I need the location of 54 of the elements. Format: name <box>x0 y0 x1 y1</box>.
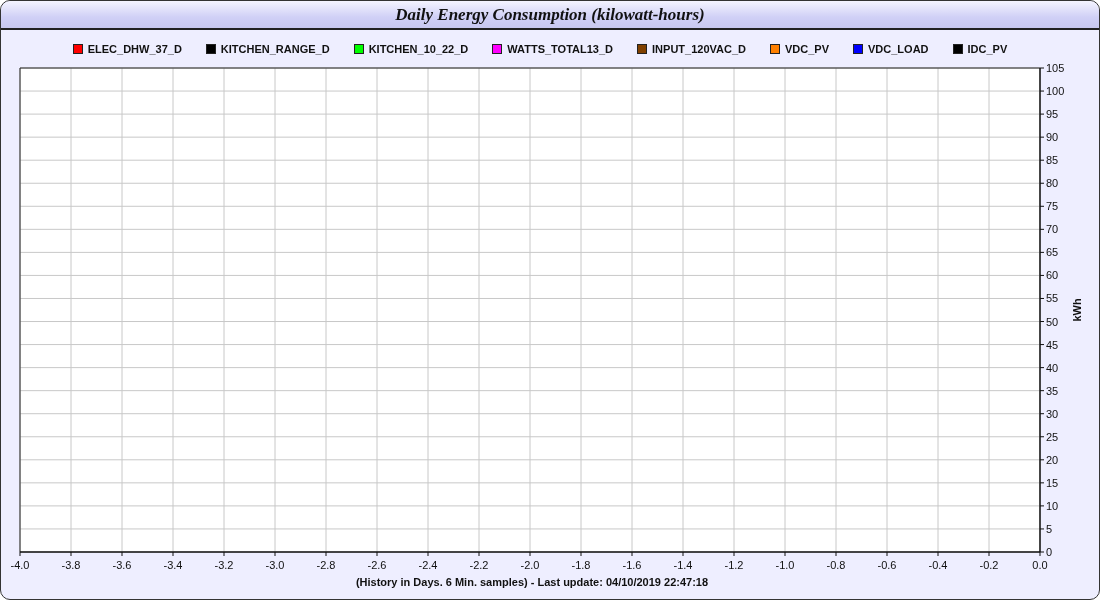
axis-tick-label: 105 <box>1046 62 1065 74</box>
axis-tick-label: -3.6 <box>112 559 132 571</box>
axis-tick-label: 5 <box>1046 522 1053 535</box>
axis-tick-label: -1.2 <box>724 559 744 571</box>
axis-tick-label: 100 <box>1046 85 1065 98</box>
legend-label: IDC_PV <box>967 43 1008 55</box>
legend-label: WATTS_TOTAL13_D <box>507 43 614 55</box>
axis-tick-label: 35 <box>1046 384 1059 397</box>
x-axis-label: (History in Days. 6 Min. samples) - Last update: 04/10/2019 22:47:18 <box>355 576 709 588</box>
axis-tick-label: -1.8 <box>571 559 591 571</box>
axis-tick-label: 85 <box>1046 154 1059 167</box>
axis-tick-label: 25 <box>1046 430 1059 443</box>
axis-tick-label: -2.2 <box>469 559 489 571</box>
axis-tick-label: 95 <box>1046 108 1059 121</box>
legend-label: VDC_LOAD <box>868 43 929 55</box>
axis-tick-label: 70 <box>1046 223 1059 236</box>
legend-label: INPUT_120VAC_D <box>652 43 746 55</box>
axis-tick-label: 65 <box>1046 246 1059 259</box>
axis-tick-label: -3.0 <box>265 559 285 571</box>
axis-tick-label: -0.6 <box>877 559 897 571</box>
axis-tick-label: 15 <box>1046 476 1059 489</box>
y-axis-label: kWh <box>1071 298 1083 322</box>
legend-label: ELEC_DHW_37_D <box>87 43 182 55</box>
legend-label: KITCHEN_RANGE_D <box>220 43 330 55</box>
axis-tick-label: 20 <box>1046 453 1059 466</box>
axis-tick-label: 75 <box>1046 200 1059 213</box>
axis-tick-label: -2.0 <box>520 559 540 571</box>
axis-tick-label: 40 <box>1046 361 1059 374</box>
axis-tick-label: 10 <box>1046 499 1059 512</box>
axis-tick-label: -0.2 <box>979 559 999 571</box>
axis-tick-label: -2.6 <box>367 559 387 571</box>
axis-tick-label: -3.8 <box>61 559 81 571</box>
axis-tick-label: 30 <box>1046 407 1059 420</box>
axis-tick-label: -1.6 <box>622 559 642 571</box>
legend-label: KITCHEN_10_22_D <box>368 43 469 55</box>
axis-tick-label: 80 <box>1046 177 1059 190</box>
legend-label: VDC_PV <box>785 43 830 55</box>
axis-tick-label: -1.0 <box>775 559 795 571</box>
axis-tick-label: 0.0 <box>1032 559 1048 571</box>
axis-tick-label: 50 <box>1046 315 1059 328</box>
axis-tick-label: -1.4 <box>673 559 693 571</box>
axis-tick-label: 0 <box>1046 546 1053 558</box>
axis-tick-label: 90 <box>1046 131 1059 144</box>
axis-tick-label: -2.4 <box>418 559 438 571</box>
axis-tick-label: -3.2 <box>214 559 234 571</box>
axis-tick-label: -3.4 <box>163 559 183 571</box>
axis-tick-label: 45 <box>1046 338 1059 351</box>
axis-tick-label: -2.8 <box>316 559 336 571</box>
axis-tick-label: 60 <box>1046 269 1059 282</box>
axis-tick-label: -4.0 <box>10 559 30 571</box>
chart-title: Daily Energy Consumption (kilowatt-hours) <box>1 1 1099 30</box>
axis-tick-label: 55 <box>1046 292 1059 305</box>
axis-tick-label: -0.8 <box>826 559 846 571</box>
axis-tick-label: -0.4 <box>928 559 948 571</box>
